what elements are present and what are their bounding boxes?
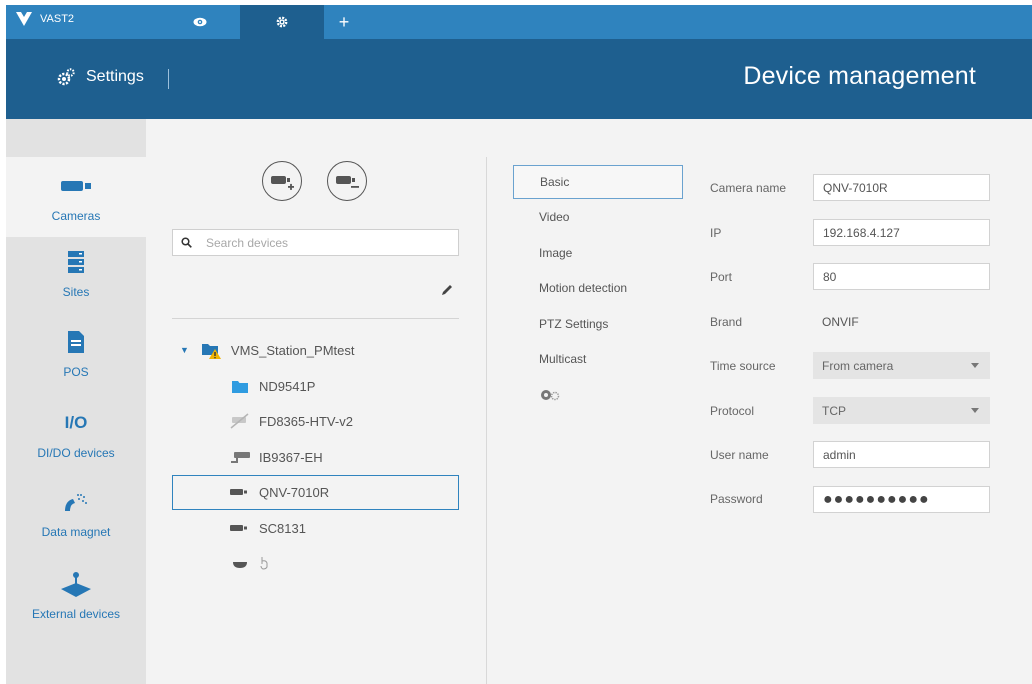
sidebar-item-label: Sites	[62, 285, 90, 299]
add-device-button[interactable]	[262, 161, 302, 201]
protocol-label: Protocol	[710, 404, 755, 418]
sidebar-item-sites[interactable]: Sites	[6, 245, 146, 325]
tree-item[interactable]: IB9367-EH	[229, 440, 323, 474]
camera-icon	[61, 169, 91, 203]
settings-breadcrumb: Settings	[56, 67, 144, 87]
app-name: VAST2	[40, 13, 75, 25]
menu-item-video[interactable]: Video	[513, 200, 683, 234]
tab-settings[interactable]	[240, 5, 324, 39]
box-camera-icon	[229, 523, 251, 533]
io-icon: I/O	[64, 413, 88, 432]
tree-item-label: ND9541P	[259, 378, 316, 394]
expand-triangle-icon: ▼	[180, 345, 189, 355]
password-field[interactable]: ●●●●●●●●●●	[813, 486, 990, 513]
brand-label: Brand	[710, 315, 743, 329]
sidebar-item-label: Cameras	[51, 209, 101, 223]
search-icon	[181, 237, 192, 248]
camera-name-field[interactable]: QNV-7010R	[813, 174, 990, 201]
ip-field[interactable]: 192.168.4.127	[813, 219, 990, 246]
tree-item-label: SC8131	[259, 520, 306, 536]
sidebar-item-label: External devices	[31, 607, 121, 621]
search-field[interactable]	[172, 229, 459, 256]
sidebar-item-label: POS	[63, 365, 89, 379]
vivotek-logo-icon	[16, 12, 32, 26]
tree-item[interactable]: ND9541P	[229, 369, 315, 403]
ip-label: IP	[710, 226, 722, 240]
user-name-label: User name	[710, 448, 769, 462]
document-icon	[68, 325, 84, 359]
search-input[interactable]	[206, 235, 446, 250]
protocol-select[interactable]: TCP	[813, 397, 990, 424]
menu-item-motion-detection[interactable]: Motion detection	[513, 271, 683, 305]
station-warning-icon	[201, 341, 223, 359]
tree-item[interactable]	[229, 547, 269, 581]
column-divider	[486, 157, 487, 684]
sidebar-item-cameras[interactable]: Cameras	[6, 157, 146, 237]
port-field[interactable]: 80	[813, 263, 990, 290]
hand-pointer-icon	[259, 556, 269, 573]
tab-liveview[interactable]	[158, 5, 242, 39]
menu-item-image[interactable]: Image	[513, 236, 683, 270]
eye-icon	[193, 17, 207, 27]
time-source-select[interactable]: From camera	[813, 352, 990, 379]
menu-item-multicast[interactable]: Multicast	[513, 342, 683, 376]
advanced-settings-icon	[541, 390, 560, 401]
remove-device-button[interactable]	[327, 161, 367, 201]
page-title: Device management	[743, 62, 976, 90]
tree-item-label: IB9367-EH	[259, 449, 323, 465]
tree-item[interactable]: FD8365-HTV-v2	[229, 404, 353, 438]
camera-disconnected-icon	[229, 413, 251, 429]
sidebar-item-dido[interactable]: I/O DI/DO devices	[6, 406, 146, 486]
sidebar-item-label: DI/DO devices	[37, 446, 115, 460]
page-header: Settings Device management	[6, 39, 1032, 119]
edit-button[interactable]	[440, 283, 454, 297]
app-logo: VAST2	[16, 12, 74, 26]
port-label: Port	[710, 270, 733, 284]
gear-icon	[276, 16, 288, 28]
dome-camera-icon	[229, 559, 251, 569]
menu-item-basic[interactable]: Basic	[513, 165, 683, 199]
tree-item[interactable]: SC8131	[229, 511, 306, 545]
password-mask: ●●●●●●●●●●	[823, 490, 930, 508]
menu-item-ptz-settings[interactable]: PTZ Settings	[513, 307, 683, 341]
box-camera-icon	[229, 487, 251, 497]
settings-label: Settings	[86, 68, 144, 85]
pencil-icon	[442, 285, 452, 295]
tree-item-label: VMS_Station_PMtest	[230, 342, 355, 358]
sidebar-item-data-magnet[interactable]: Data magnet	[6, 485, 146, 565]
joystick-icon	[61, 567, 91, 601]
bullet-camera-icon	[229, 449, 251, 465]
password-label: Password	[710, 492, 763, 506]
sidebar-item-pos[interactable]: POS	[6, 325, 146, 405]
protocol-value: TCP	[822, 403, 846, 418]
tab-bar: VAST2 +	[6, 5, 1032, 39]
add-tab-button[interactable]: +	[322, 5, 366, 39]
server-icon	[68, 245, 84, 279]
add-camera-icon	[271, 176, 294, 190]
dropdown-caret-icon	[971, 408, 979, 413]
tree-root-station[interactable]: ▼ VMS_Station_PMtest	[180, 333, 354, 367]
sidebar: Cameras Sites POS I/O DI/DO devices Data…	[6, 119, 146, 684]
tree-item-label: QNV-7010R	[259, 484, 330, 500]
brand-value: ONVIF	[822, 315, 859, 329]
dropdown-caret-icon	[971, 363, 979, 368]
data-magnet-icon	[63, 485, 89, 519]
sidebar-item-external-devices[interactable]: External devices	[6, 567, 146, 647]
time-source-value: From camera	[822, 358, 894, 373]
user-name-field[interactable]: admin	[813, 441, 990, 468]
camera-name-label: Camera name	[710, 181, 787, 195]
menu-item-advanced[interactable]	[513, 378, 683, 412]
tree-divider	[172, 318, 459, 319]
tree-item-label: FD8365-HTV-v2	[259, 413, 353, 429]
remove-camera-icon	[336, 176, 359, 188]
settings-gears-icon	[57, 68, 75, 86]
folder-icon	[229, 379, 251, 393]
tree-item-selected[interactable]: QNV-7010R	[229, 475, 329, 509]
sidebar-item-label: Data magnet	[41, 525, 111, 539]
time-source-label: Time source	[710, 359, 776, 373]
header-separator	[168, 69, 169, 89]
